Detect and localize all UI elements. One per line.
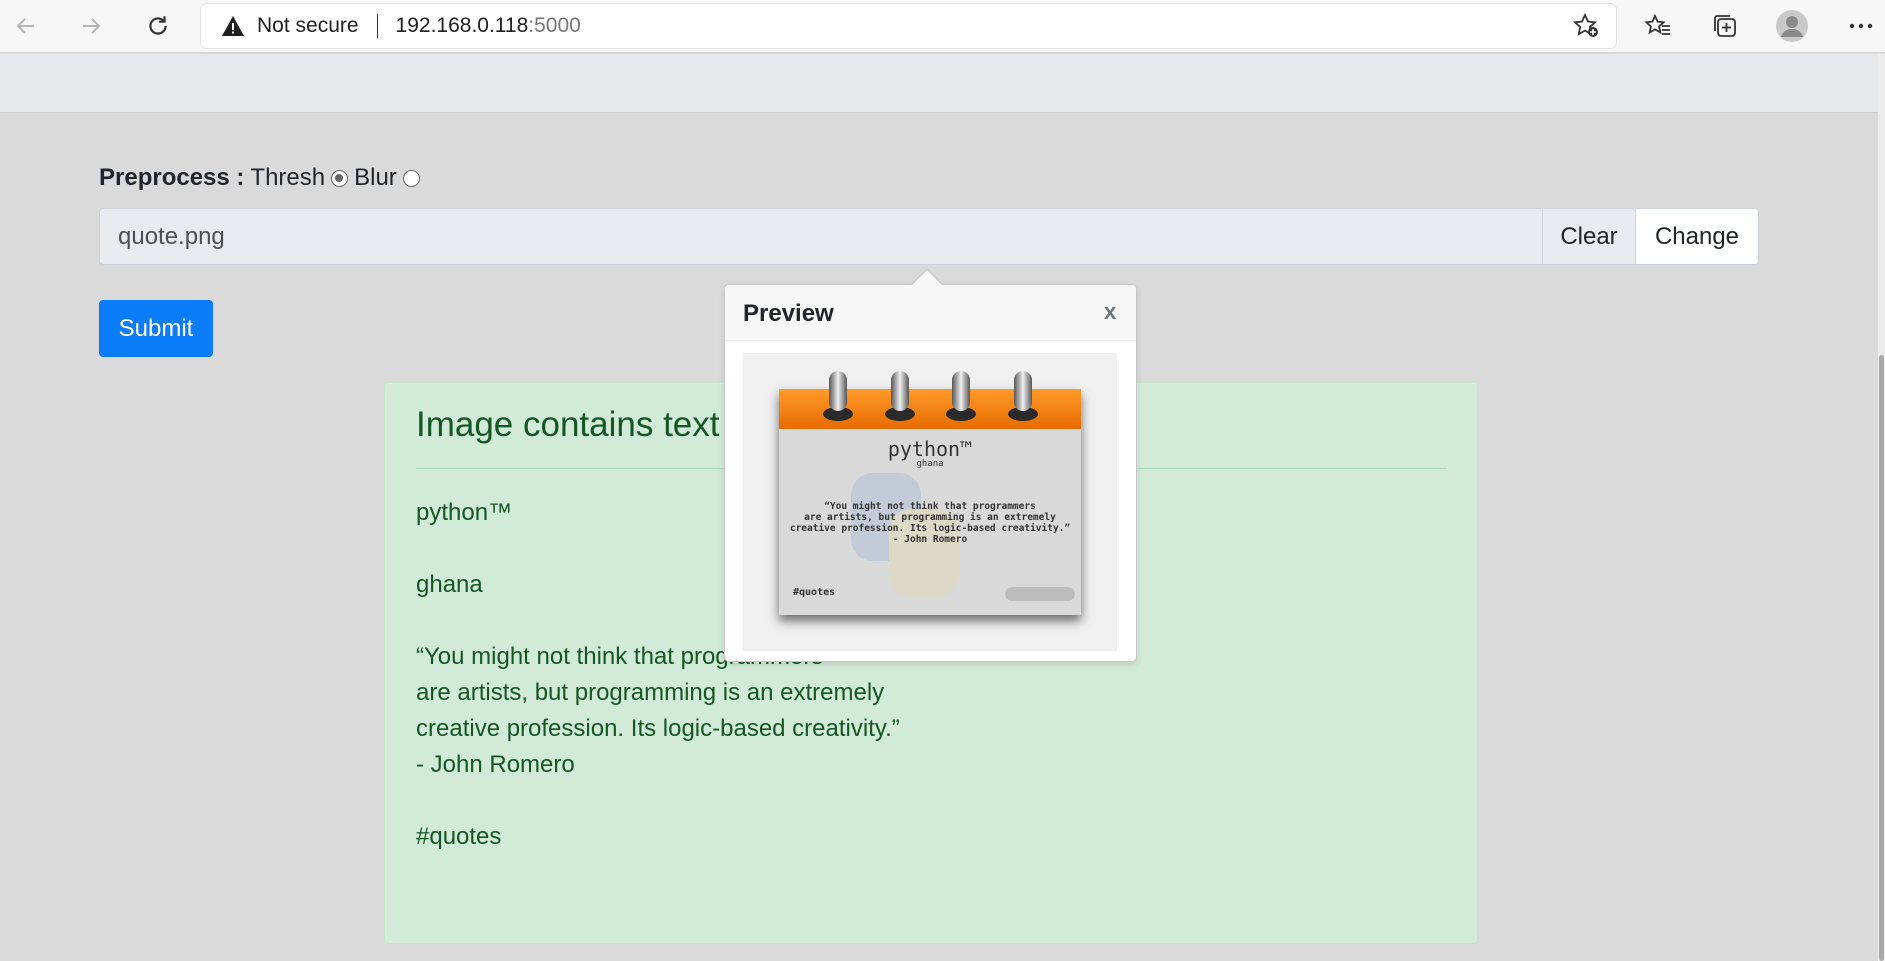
warning-icon [221, 13, 247, 39]
profile-icon[interactable] [1774, 8, 1810, 44]
address-divider [376, 14, 378, 38]
image-brand: python™ [887, 437, 973, 461]
submit-button[interactable]: Submit [99, 300, 213, 357]
clear-button[interactable]: Clear [1542, 209, 1635, 264]
collections-icon[interactable] [1707, 8, 1743, 44]
thresh-label: Thresh [250, 164, 326, 191]
result-heading: Image contains text [416, 405, 720, 444]
url-port: :5000 [528, 14, 581, 37]
more-icon[interactable] [1843, 8, 1879, 44]
add-favorite-icon[interactable] [1568, 8, 1604, 44]
preview-popover: Preview x python™ ghana “You might not t… [724, 284, 1137, 662]
url-host: 192.168.0.118 [395, 14, 529, 37]
image-brand-sub: ghana [916, 459, 944, 469]
back-icon[interactable] [8, 8, 44, 44]
binder-ring [891, 371, 909, 411]
popover-arrow-inner [911, 270, 943, 286]
calendar-graphic: python™ ghana “You might not think that … [779, 371, 1081, 615]
popover-header: Preview x [725, 285, 1136, 341]
security-label[interactable]: Not secure [257, 14, 359, 38]
binder-ring [952, 371, 970, 411]
popover-close-button[interactable]: x [1104, 299, 1116, 325]
thresh-radio[interactable] [331, 169, 349, 187]
calendar-header [779, 389, 1081, 429]
result-line [416, 783, 900, 819]
favorites-icon[interactable] [1640, 8, 1676, 44]
result-line: #quotes [416, 823, 502, 850]
refresh-icon[interactable] [140, 8, 176, 44]
blur-radio[interactable] [402, 169, 420, 187]
image-quote-line: creative profession. Its logic-based cre… [789, 523, 1071, 534]
preprocess-options: Preprocess : Thresh Blur [99, 164, 426, 192]
browser-toolbar: Not secure 192.168.0.118:5000 [0, 0, 1885, 53]
image-quote-line: are artists, but programming is an extre… [804, 512, 1056, 523]
image-badge [1005, 587, 1075, 601]
file-name-field[interactable]: quote.png [100, 209, 1542, 264]
file-input-group: quote.png Clear Change [99, 208, 1759, 265]
image-tag: #quotes [793, 587, 836, 598]
blur-label: Blur [354, 164, 397, 191]
address-bar[interactable]: Not secure 192.168.0.118:5000 [201, 4, 1616, 48]
forward-icon[interactable] [73, 8, 109, 44]
change-button[interactable]: Change [1635, 209, 1758, 264]
scrollbar-thumb[interactable] [1879, 355, 1884, 961]
image-quote-line: “You might not think that programmers [824, 501, 1036, 512]
binder-ring [1014, 371, 1032, 411]
popover-title: Preview [743, 300, 834, 327]
result-line: - John Romero [416, 751, 575, 778]
preprocess-label: Preprocess : [99, 164, 245, 191]
page-navbar [0, 54, 1878, 113]
preview-image: python™ ghana “You might not think that … [743, 353, 1117, 651]
result-line: are artists, but programming is an extre… [416, 679, 885, 706]
binder-ring [829, 371, 847, 411]
result-line: creative profession. Its logic-based cre… [416, 715, 900, 742]
image-quote-line: - John Romero [892, 534, 968, 545]
